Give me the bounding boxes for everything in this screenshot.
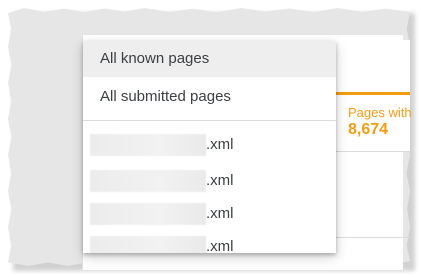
- menu-item-sitemap[interactable]: .xml: [83, 231, 336, 253]
- menu-item-all-known-pages[interactable]: All known pages: [83, 41, 336, 77]
- redacted-sitemap-name: [90, 134, 206, 156]
- metric-label: Pages with: [348, 105, 412, 120]
- menu-item-label: All known pages: [100, 50, 210, 67]
- sitemap-extension: .xml: [206, 205, 234, 222]
- menu-item-sitemap[interactable]: .xml: [83, 198, 336, 230]
- menu-divider: [83, 120, 336, 121]
- menu-item-sitemap[interactable]: .xml: [83, 165, 336, 197]
- panel-header-area: [336, 40, 410, 92]
- redacted-sitemap-name: [90, 170, 206, 192]
- redacted-sitemap-name: [90, 236, 206, 253]
- sitemap-extension: .xml: [206, 136, 234, 153]
- menu-item-label: All submitted pages: [100, 88, 231, 105]
- screenshot-frame: Pages with 8,674 All known pages All sub…: [0, 0, 421, 277]
- panel-divider: [336, 237, 410, 238]
- menu-item-sitemap[interactable]: .xml: [83, 129, 336, 161]
- metric-value: 8,674: [348, 121, 389, 138]
- sitemap-extension: .xml: [206, 172, 234, 189]
- menu-item-all-submitted-pages[interactable]: All submitted pages: [83, 79, 336, 115]
- page-filter-dropdown[interactable]: All known pages All submitted pages .xml…: [83, 41, 336, 253]
- redacted-sitemap-name: [90, 203, 206, 225]
- sitemap-extension: .xml: [206, 238, 234, 253]
